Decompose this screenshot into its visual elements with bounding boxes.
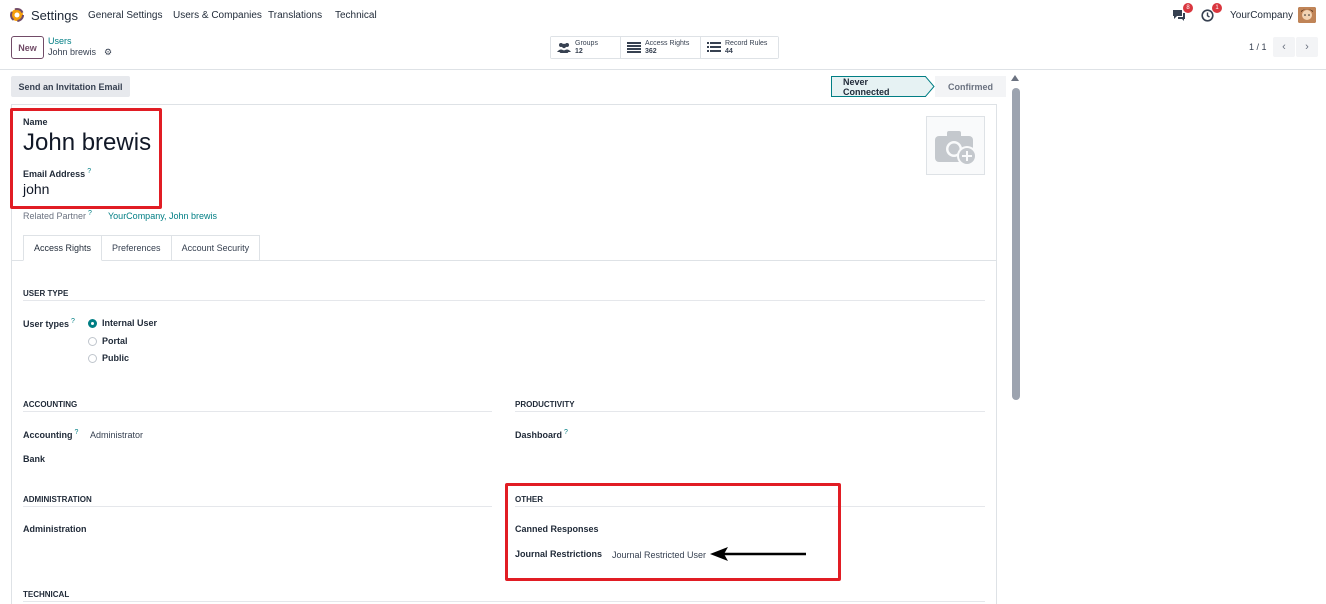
bank-label: Bank — [23, 454, 46, 464]
groups-count: 12 — [575, 47, 583, 55]
stage-never-connected[interactable]: Never Connected — [831, 76, 926, 97]
stage-confirmed[interactable]: Confirmed — [935, 76, 1006, 97]
accounting-select[interactable]: Administrator — [90, 430, 143, 440]
section-divider — [23, 601, 985, 602]
help-icon[interactable]: ? — [71, 318, 75, 325]
pager-value[interactable]: 1 / 1 — [1249, 42, 1267, 52]
menu-translations[interactable]: Translations — [268, 10, 322, 21]
gear-icon[interactable]: ⚙ — [104, 47, 112, 58]
list-icon — [627, 42, 641, 53]
menu-technical[interactable]: Technical — [335, 10, 377, 21]
control-panel: New Users John brewis ⚙ Groups 12 Access… — [0, 31, 1326, 70]
chevron-right-icon: › — [1305, 41, 1309, 53]
users-icon — [557, 43, 571, 53]
activities-button[interactable]: 1 — [1201, 3, 1222, 24]
access-rights-label: Access Rights — [645, 39, 690, 47]
record-rules-label: Record Rules — [725, 39, 768, 47]
scroll-up-arrow-icon[interactable] — [1011, 75, 1019, 81]
record-rules-smart-button[interactable]: Record Rules 44 — [701, 37, 778, 58]
messages-badge: 8 — [1183, 3, 1193, 13]
section-divider — [23, 300, 985, 301]
section-technical: TECHNICAL — [23, 590, 70, 599]
help-icon[interactable]: ? — [564, 429, 568, 436]
menu-general-settings[interactable]: General Settings — [88, 10, 163, 21]
radio-label: Public — [102, 353, 130, 363]
avatar-upload[interactable] — [926, 116, 985, 175]
section-divider — [23, 411, 492, 412]
radio-label: Portal — [102, 336, 128, 346]
breadcrumb-users[interactable]: Users — [48, 36, 72, 46]
radio-portal[interactable]: Portal — [88, 336, 128, 346]
new-button[interactable]: New — [11, 36, 44, 59]
related-partner-label: Related Partner? — [23, 210, 92, 221]
breadcrumb-current: John brewis — [48, 47, 97, 57]
radio-public[interactable]: Public — [88, 353, 129, 363]
avatar-face-icon — [1298, 7, 1316, 23]
list-icon — [707, 42, 721, 52]
dashboard-label: Dashboard? — [515, 429, 568, 440]
section-administration: ADMINISTRATION — [23, 495, 92, 504]
section-user-type: USER TYPE — [23, 289, 69, 298]
smart-buttons: Groups 12 Access Rights 362 Record Rules — [550, 36, 779, 59]
camera-plus-icon — [935, 131, 977, 166]
radio-label: Internal User — [102, 318, 158, 328]
record-rules-count: 44 — [725, 47, 733, 55]
tab-preferences[interactable]: Preferences — [101, 235, 172, 260]
pager-next-button[interactable]: › — [1296, 37, 1318, 57]
section-divider — [23, 506, 492, 507]
radio-checked-icon — [88, 318, 97, 328]
notebook-tabs: Access Rights Preferences Account Securi… — [23, 235, 261, 261]
app-title[interactable]: Settings — [31, 8, 78, 23]
pager-previous-button[interactable]: ‹ — [1273, 37, 1295, 57]
chevron-left-icon: ‹ — [1282, 41, 1286, 53]
annotation-arrow-icon — [710, 547, 806, 561]
annotation-highlight-name-email — [10, 108, 162, 209]
company-switcher[interactable]: YourCompany — [1230, 10, 1293, 21]
groups-smart-button[interactable]: Groups 12 — [551, 37, 621, 58]
user-avatar[interactable] — [1298, 7, 1316, 23]
status-bar: Never Connected Confirmed — [831, 76, 1006, 97]
section-productivity: PRODUCTIVITY — [515, 400, 575, 409]
messages-button[interactable]: 8 — [1172, 3, 1193, 24]
access-rights-smart-button[interactable]: Access Rights 362 — [621, 37, 701, 58]
help-icon[interactable]: ? — [88, 210, 92, 217]
tab-access-rights[interactable]: Access Rights — [23, 235, 103, 261]
section-accounting: ACCOUNTING — [23, 400, 78, 409]
tab-account-security[interactable]: Account Security — [170, 235, 261, 260]
section-divider — [515, 411, 985, 412]
help-icon[interactable]: ? — [75, 429, 79, 436]
related-partner-link[interactable]: YourCompany, John brewis — [108, 211, 217, 221]
send-invitation-button[interactable]: Send an Invitation Email — [11, 76, 130, 97]
menu-users-companies[interactable]: Users & Companies — [173, 10, 262, 21]
access-rights-count: 362 — [645, 47, 657, 55]
activities-badge: 1 — [1212, 3, 1222, 13]
user-types-label: User types? — [23, 318, 75, 329]
radio-internal-user[interactable]: Internal User — [88, 318, 157, 328]
stage-separator-icon — [925, 76, 935, 97]
tab-divider — [12, 260, 996, 261]
radio-unchecked-icon — [88, 336, 97, 346]
annotation-highlight-other — [505, 483, 841, 581]
radio-unchecked-icon — [88, 353, 97, 363]
groups-label: Groups — [575, 39, 598, 47]
top-navbar: Settings General Settings Users & Compan… — [0, 0, 1326, 31]
scrollbar-thumb[interactable] — [1012, 88, 1020, 400]
administration-label: Administration — [23, 524, 87, 534]
odoo-logo-icon[interactable] — [10, 8, 24, 22]
accounting-label: Accounting? — [23, 429, 79, 440]
